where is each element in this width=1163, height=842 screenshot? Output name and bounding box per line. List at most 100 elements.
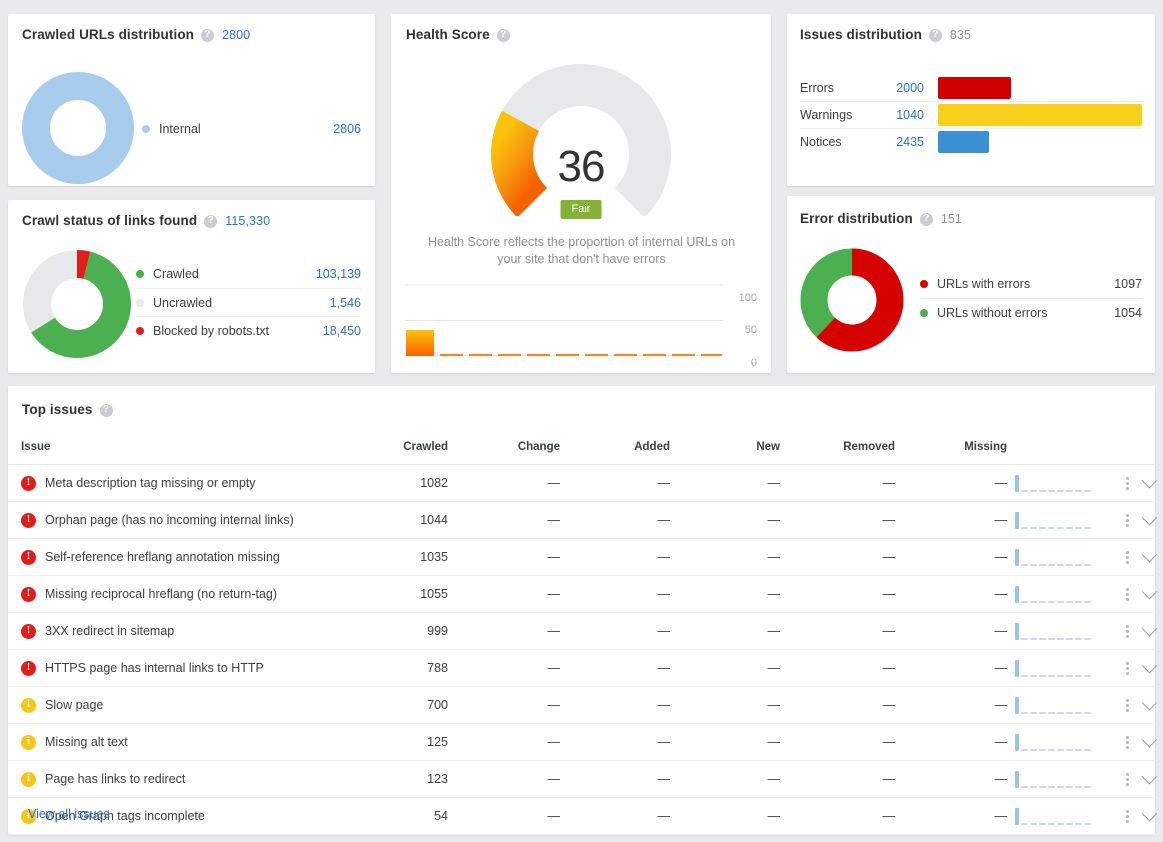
help-icon[interactable]: ? [201, 28, 215, 42]
table-row[interactable]: i Page has links to redirect 123— — — — — [8, 760, 1163, 798]
cell-expand[interactable] [1129, 538, 1163, 576]
more-options-icon[interactable] [1126, 476, 1129, 490]
legend-item[interactable]: URLs with errors 1097 [920, 270, 1142, 298]
cell-actions[interactable] [1099, 501, 1129, 539]
cell-actions[interactable] [1099, 575, 1129, 613]
legend-item[interactable]: URLs without errors 1054 [920, 298, 1142, 326]
cell-crawled[interactable]: 1082 [358, 464, 448, 502]
cell-expand[interactable] [1129, 723, 1163, 761]
chevron-down-icon[interactable] [1141, 546, 1157, 562]
cell-issue[interactable]: i Slow page [8, 686, 358, 724]
chevron-down-icon[interactable] [1141, 731, 1157, 747]
cell-issue[interactable]: ! Missing reciprocal hreflang (no return-… [8, 575, 358, 613]
cell-crawled[interactable]: 999 [358, 612, 448, 650]
cell-issue[interactable]: i Page has links to redirect [8, 760, 358, 798]
chevron-down-icon[interactable] [1141, 620, 1157, 636]
chevron-down-icon[interactable] [1141, 583, 1157, 599]
table-row[interactable]: ! HTTPS page has internal links to HTTP 78… [8, 649, 1163, 687]
cell-expand[interactable] [1129, 686, 1163, 724]
cell-actions[interactable] [1099, 760, 1129, 798]
table-row[interactable]: ! Orphan page (has no incoming internal l… [8, 501, 1163, 539]
bar-value[interactable]: 2000 [882, 81, 938, 95]
chevron-down-icon[interactable] [1141, 768, 1157, 784]
cell-expand[interactable] [1129, 612, 1163, 650]
cell-crawled[interactable]: 54 [358, 797, 448, 835]
chevron-down-icon[interactable] [1141, 472, 1157, 488]
table-row[interactable]: i Missing alt text 125— — — — — [8, 723, 1163, 761]
cell-expand[interactable] [1129, 575, 1163, 613]
cell-actions[interactable] [1099, 464, 1129, 502]
chevron-down-icon[interactable] [1141, 657, 1157, 673]
cell-issue[interactable]: ! Self-reference hreflang annotation miss… [8, 538, 358, 576]
more-options-icon[interactable] [1126, 513, 1129, 527]
legend-value[interactable]: 2806 [333, 122, 361, 136]
cell-actions[interactable] [1099, 797, 1129, 835]
crawl-status-total[interactable]: 115,330 [225, 214, 270, 228]
help-icon[interactable]: ? [99, 403, 113, 417]
cell-crawled[interactable]: 700 [358, 686, 448, 724]
legend-item[interactable]: Crawled 103,139 [136, 260, 361, 288]
bar-row-warnings[interactable]: Warnings 1040 [800, 101, 1142, 128]
cell-actions[interactable] [1099, 649, 1129, 687]
column-header-missing[interactable]: Missing [895, 432, 1007, 465]
legend-value[interactable]: 18,450 [323, 324, 361, 338]
cell-expand[interactable] [1129, 464, 1163, 502]
cell-actions[interactable] [1099, 686, 1129, 724]
column-header-removed[interactable]: Removed [780, 432, 895, 465]
chevron-down-icon[interactable] [1141, 805, 1157, 821]
legend-value[interactable]: 103,139 [316, 267, 361, 281]
legend-item[interactable]: Blocked by robots.txt 18,450 [136, 316, 361, 344]
column-header-crawled[interactable]: Crawled [358, 432, 448, 465]
cell-issue[interactable]: ! Orphan page (has no incoming internal l… [8, 501, 358, 539]
cell-issue[interactable]: ! HTTPS page has internal links to HTTP [8, 649, 358, 687]
more-options-icon[interactable] [1126, 698, 1129, 712]
help-icon[interactable]: ? [919, 212, 933, 226]
cell-expand[interactable] [1129, 760, 1163, 798]
cell-crawled[interactable]: 1055 [358, 575, 448, 613]
table-row[interactable]: ! Self-reference hreflang annotation miss… [8, 538, 1163, 576]
crawled-urls-total[interactable]: 2800 [222, 28, 250, 42]
more-options-icon[interactable] [1126, 587, 1129, 601]
more-options-icon[interactable] [1126, 809, 1129, 823]
view-all-issues-label[interactable]: View all issues [28, 807, 110, 821]
legend-item[interactable]: Internal 2806 [142, 115, 361, 143]
bar-value[interactable]: 2435 [882, 135, 938, 149]
help-icon[interactable]: ? [204, 214, 218, 228]
cell-issue[interactable]: ! Meta description tag missing or empty [8, 464, 358, 502]
cell-actions[interactable] [1099, 538, 1129, 576]
column-header-added[interactable]: Added [560, 432, 670, 465]
help-icon[interactable]: ? [928, 28, 942, 42]
column-header-change[interactable]: Change [448, 432, 560, 465]
more-options-icon[interactable] [1126, 735, 1129, 749]
bar-row-notices[interactable]: Notices 2435 [800, 128, 1142, 155]
cell-crawled[interactable]: 125 [358, 723, 448, 761]
bar-value[interactable]: 1040 [882, 108, 938, 122]
table-row[interactable]: i Open Graph tags incomplete 54— — — — — [8, 797, 1163, 835]
table-row[interactable]: ! 3XX redirect in sitemap 999— — — — — [8, 612, 1163, 650]
chevron-down-icon[interactable] [1141, 509, 1157, 525]
more-options-icon[interactable] [1126, 624, 1129, 638]
more-options-icon[interactable] [1126, 550, 1129, 564]
cell-issue[interactable]: i Missing alt text [8, 723, 358, 761]
legend-item[interactable]: Uncrawled 1,546 [136, 288, 361, 316]
help-icon[interactable]: ? [496, 28, 510, 42]
more-options-icon[interactable] [1126, 661, 1129, 675]
column-header-new[interactable]: New [670, 432, 780, 465]
cell-crawled[interactable]: 1035 [358, 538, 448, 576]
more-options-icon[interactable] [1126, 772, 1129, 786]
chevron-down-icon[interactable] [1141, 694, 1157, 710]
legend-value[interactable]: 1,546 [330, 296, 361, 310]
table-row[interactable]: ! Missing reciprocal hreflang (no return-… [8, 575, 1163, 613]
cell-actions[interactable] [1099, 723, 1129, 761]
cell-expand[interactable] [1129, 501, 1163, 539]
cell-actions[interactable] [1099, 612, 1129, 650]
cell-expand[interactable] [1129, 797, 1163, 835]
cell-issue[interactable]: ! 3XX redirect in sitemap [8, 612, 358, 650]
column-header-issue[interactable]: Issue [8, 432, 358, 465]
bar-row-errors[interactable]: Errors 2000 [800, 74, 1142, 101]
table-row[interactable]: ! Meta description tag missing or empty 10… [8, 464, 1163, 502]
view-all-issues-link[interactable]: View all issues [28, 805, 110, 823]
table-row[interactable]: i Slow page 700— — — — — [8, 686, 1163, 724]
cell-expand[interactable] [1129, 649, 1163, 687]
cell-crawled[interactable]: 1044 [358, 501, 448, 539]
